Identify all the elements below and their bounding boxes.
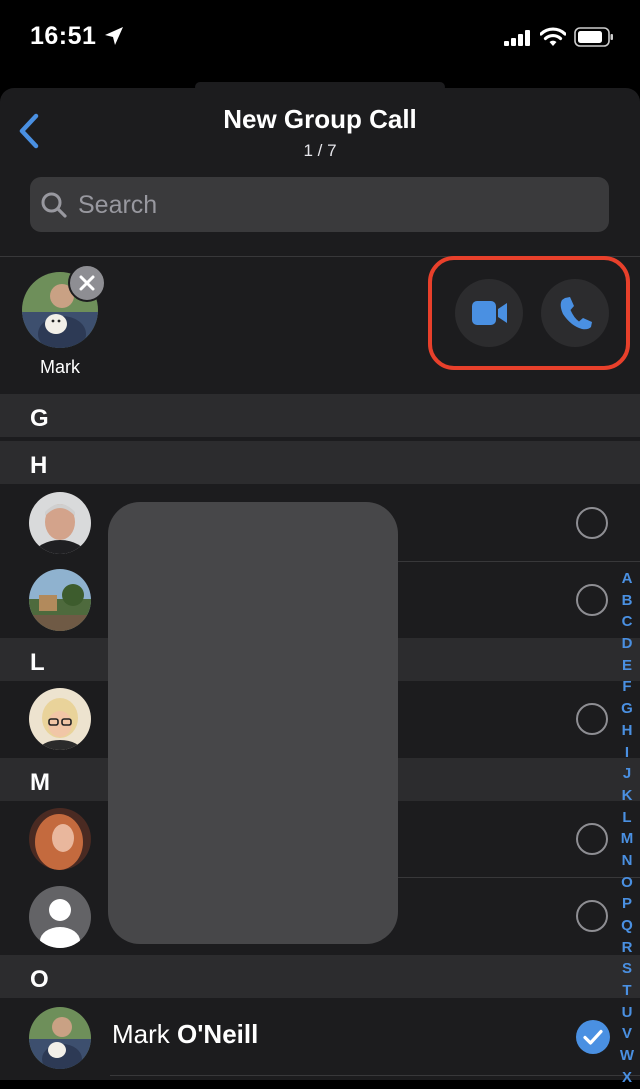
video-camera-icon xyxy=(472,301,507,325)
close-icon xyxy=(79,275,95,291)
phone-icon xyxy=(560,297,592,330)
list-item-selected[interactable] xyxy=(0,999,614,1075)
selection-counter: 1 / 7 xyxy=(303,141,337,160)
page-title: New Group Call xyxy=(223,104,417,134)
index-letter[interactable]: O xyxy=(614,872,640,894)
section-letter: L xyxy=(30,649,45,676)
section-letter: H xyxy=(30,452,48,479)
select-radio[interactable] xyxy=(576,703,608,735)
video-call-button[interactable] xyxy=(455,279,523,347)
index-letter[interactable]: E xyxy=(614,655,640,677)
index-letter[interactable]: V xyxy=(614,1023,640,1045)
index-letter[interactable]: G xyxy=(614,698,640,720)
index-letter[interactable]: F xyxy=(614,676,640,698)
avatar xyxy=(29,569,91,631)
status-time: 16:51 xyxy=(30,22,97,50)
section-header-o xyxy=(0,955,640,998)
select-radio[interactable] xyxy=(576,823,608,855)
selected-checkbox[interactable] xyxy=(576,1020,610,1054)
section-letter: M xyxy=(30,769,50,796)
index-letter[interactable]: Q xyxy=(614,915,640,937)
index-letter[interactable]: R xyxy=(614,937,640,959)
index-letter[interactable]: U xyxy=(614,1002,640,1024)
index-letter[interactable]: J xyxy=(614,763,640,785)
battery-icon xyxy=(574,27,613,47)
select-radio[interactable] xyxy=(576,900,608,932)
index-letter[interactable]: X xyxy=(614,1067,640,1089)
index-letter[interactable]: P xyxy=(614,893,640,915)
index-letter[interactable]: L xyxy=(614,807,640,829)
index-letter[interactable]: W xyxy=(614,1045,640,1067)
index-letter[interactable]: C xyxy=(614,611,640,633)
contact-name: Mark O'Neill xyxy=(112,1019,258,1050)
selected-participant-name: Mark xyxy=(40,357,80,377)
section-letter: G xyxy=(30,405,49,432)
default-avatar-icon xyxy=(29,886,91,948)
avatar xyxy=(29,1007,91,1069)
index-letter[interactable]: N xyxy=(614,850,640,872)
index-letter[interactable]: B xyxy=(614,590,640,612)
index-letter[interactable]: H xyxy=(614,720,640,742)
avatar xyxy=(29,492,91,554)
search-input[interactable] xyxy=(78,179,578,231)
search-icon xyxy=(41,192,67,218)
divider xyxy=(110,1075,640,1076)
index-letter[interactable]: T xyxy=(614,980,640,1002)
index-letter[interactable]: A xyxy=(614,568,640,590)
select-radio[interactable] xyxy=(576,507,608,539)
wifi-icon xyxy=(540,27,566,46)
index-letter[interactable]: S xyxy=(614,958,640,980)
avatar xyxy=(29,688,91,750)
index-letter[interactable]: I xyxy=(614,742,640,764)
avatar xyxy=(29,808,91,870)
index-letter[interactable]: M xyxy=(614,828,640,850)
redacted-names-overlay xyxy=(108,502,398,944)
index-letter[interactable]: D xyxy=(614,633,640,655)
contact-last-name: O'Neill xyxy=(177,1019,259,1049)
audio-call-button[interactable] xyxy=(541,279,609,347)
section-header-g xyxy=(0,394,640,437)
index-letter[interactable]: K xyxy=(614,785,640,807)
cellular-signal-icon xyxy=(504,30,530,46)
checkmark-icon xyxy=(583,1029,603,1045)
contact-first-name: Mark xyxy=(112,1019,170,1049)
alphabet-index[interactable]: ABCDEFGHIJKLMNOPQRSTUVWX xyxy=(614,568,640,1089)
select-radio[interactable] xyxy=(576,584,608,616)
section-header-h xyxy=(0,441,640,484)
location-arrow-icon xyxy=(105,27,123,45)
section-letter: O xyxy=(30,966,49,993)
remove-participant-button[interactable] xyxy=(68,264,106,302)
